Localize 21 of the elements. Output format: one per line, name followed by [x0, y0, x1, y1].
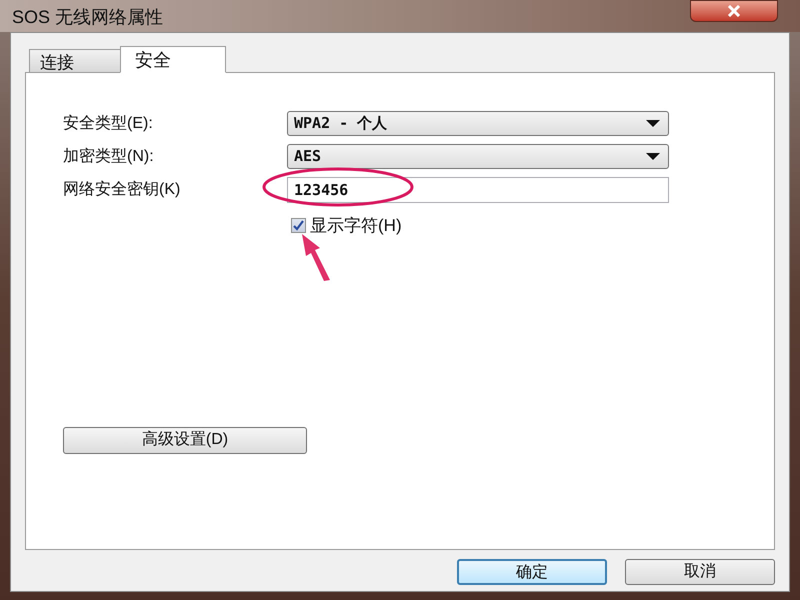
ok-button[interactable]: 确定	[457, 559, 607, 585]
dropdown-caret-icon	[646, 120, 660, 127]
dropdown-value: AES	[294, 146, 322, 168]
pointer-arrow	[300, 234, 332, 282]
checkbox[interactable]	[291, 218, 306, 234]
cancel-button[interactable]: 取消	[625, 559, 775, 585]
dropdown[interactable]: WPA2 - 个人	[287, 111, 669, 136]
field-label: 加密类型(N):	[63, 146, 155, 166]
dropdown-caret-icon	[646, 153, 660, 160]
tab[interactable]: 连接	[29, 49, 121, 72]
tab[interactable]: 安全	[120, 46, 226, 73]
advanced-settings-button[interactable]: 高级设置(D)	[63, 426, 307, 454]
field-label: 网络安全密钥(K)	[63, 180, 182, 200]
field-label: 安全类型(E):	[63, 114, 154, 134]
dropdown[interactable]: AES	[287, 144, 669, 169]
input-field[interactable]: 123456	[287, 177, 669, 203]
dropdown-value: WPA2 - 个人	[294, 113, 388, 134]
close-button[interactable]	[690, 0, 778, 22]
checkbox-label: 显示字符(H)	[310, 215, 402, 237]
close-icon	[726, 5, 742, 17]
window-title: SOS 无线网络属性	[12, 6, 164, 29]
